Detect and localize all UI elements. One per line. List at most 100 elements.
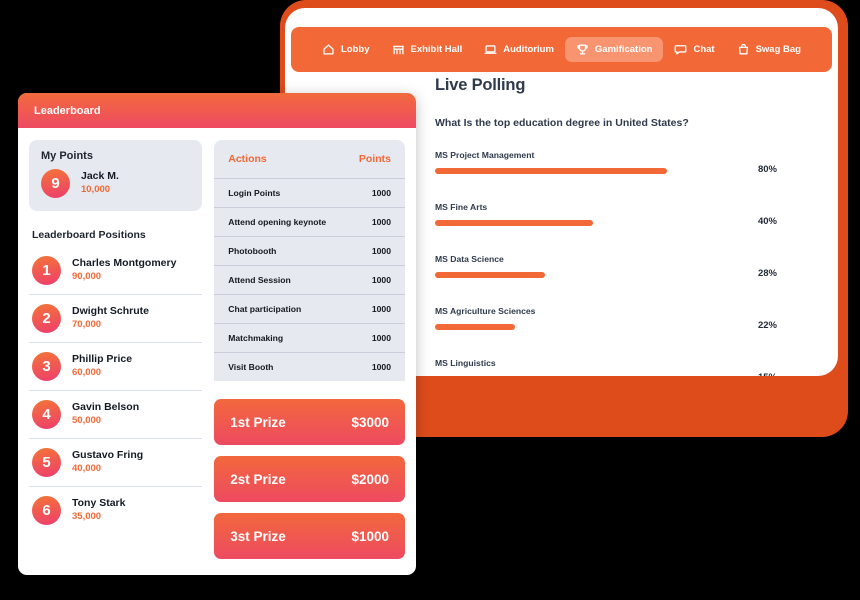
prize-label: 3st Prize: [230, 528, 286, 544]
leaderboard-position-row[interactable]: 6 Tony Stark 35,000: [29, 487, 202, 534]
poll-percentage-value: 80%: [757, 164, 777, 175]
nav-item-swag-bag[interactable]: Swag Bag: [726, 37, 812, 62]
poll-option-row[interactable]: MS Data Science 28%: [435, 254, 777, 290]
poll-bar-fill: [435, 168, 667, 174]
prize-label: 1st Prize: [230, 414, 286, 430]
chat-bubble-icon: [674, 43, 687, 56]
poll-bar-fill: [435, 272, 545, 278]
prize-list: 1st Prize $3000 2st Prize $2000 3st Prize $10…: [214, 399, 405, 559]
nav-item-label: Chat: [693, 44, 715, 55]
poll-percentage-value: 28%: [757, 268, 777, 279]
column-header-actions: Actions: [228, 153, 267, 165]
poll-bar-fill: [435, 324, 515, 330]
leaderboard-person-name: Phillip Price: [72, 352, 133, 365]
leaderboard-position-row[interactable]: 3 Phillip Price 60,000: [29, 343, 203, 391]
actions-table-row: Attend opening keynote 1000: [214, 208, 405, 237]
nav-item-label: Auditorium: [503, 44, 554, 55]
my-points-panel: My Points 9 Jack M. 10,000: [29, 140, 203, 211]
trophy-icon: [576, 43, 589, 56]
actions-table-row: Photobooth 1000: [214, 237, 405, 266]
prize-amount: $2000: [351, 471, 389, 487]
leaderboard-position-row[interactable]: 4 Gavin Belson 50,000: [29, 391, 203, 439]
live-polling-section: Live Polling What Is the top education d…: [435, 76, 777, 376]
nav-item-label: Exhibit Hall: [410, 44, 463, 55]
column-header-points: Points: [358, 153, 391, 165]
poll-percentage-value: 40%: [757, 216, 777, 227]
leaderboard-person-details: Dwight Schrute 70,000: [72, 305, 149, 333]
leaderboard-person-name: Gavin Belson: [72, 400, 140, 413]
laptop-icon: [484, 43, 497, 56]
action-name: Attend Session: [228, 275, 291, 285]
rank-badge: 2: [32, 304, 61, 333]
leaderboard-person-details: Phillip Price 60,000: [72, 353, 132, 381]
poll-option-label: MS Project Management: [435, 150, 535, 160]
action-points: 1000: [371, 217, 391, 227]
poll-option-row[interactable]: MS Linguistics 15%: [435, 358, 777, 376]
rank-badge: 4: [32, 400, 61, 429]
poll-option-row[interactable]: MS Agriculture Sciences 22%: [435, 306, 777, 342]
poll-option-label: MS Linguistics: [435, 358, 496, 368]
nav-item-auditorium[interactable]: Auditorium: [473, 37, 565, 62]
my-points-details: Jack M. 10,000: [81, 170, 119, 198]
leaderboard-left-column: My Points 9 Jack M. 10,000 Leaderboard P…: [29, 140, 203, 570]
leaderboard-card: Leaderboard My Points 9 Jack M. 10,000 L…: [18, 93, 416, 575]
actions-table-body: Login Points 1000 Attend opening keynote 10…: [214, 179, 405, 381]
rank-badge: 6: [32, 496, 61, 525]
prize-button[interactable]: 2st Prize $2000: [214, 456, 405, 502]
leaderboard-positions-list: 1 Charles Montgomery 90,000 2 Dwight Schrute…: [29, 247, 203, 534]
action-points: 1000: [371, 362, 391, 372]
leaderboard-person-details: Gustavo Fring 40,000: [72, 449, 143, 477]
action-points: 1000: [371, 246, 391, 256]
actions-table-row: Login Points 1000: [214, 179, 405, 208]
leaderboard-position-row[interactable]: 2 Dwight Schrute 70,000: [29, 295, 203, 343]
my-points-label: My Points: [41, 150, 93, 162]
prize-button[interactable]: 3st Prize $1000: [214, 513, 405, 559]
leaderboard-person-score: 90,000: [72, 271, 102, 283]
store-icon: [392, 43, 405, 56]
leaderboard-person-score: 70,000: [72, 319, 102, 331]
actions-table-row: Matchmaking 1000: [214, 324, 405, 353]
shopping-bag-icon: [737, 43, 750, 56]
leaderboard-person-score: 50,000: [72, 415, 102, 427]
leaderboard-person-score: 60,000: [72, 367, 102, 379]
rank-badge: 3: [32, 352, 61, 381]
nav-item-label: Lobby: [341, 44, 370, 55]
leaderboard-person-name: Dwight Schrute: [72, 304, 150, 317]
action-name: Login Points: [228, 188, 281, 198]
poll-question: What Is the top education degree in Unit…: [435, 117, 689, 129]
rank-badge: 5: [32, 448, 61, 477]
nav-item-gamification[interactable]: Gamification: [564, 37, 664, 62]
leaderboard-header: Leaderboard: [18, 93, 416, 128]
leaderboard-person-details: Tony Stark 35,000: [72, 497, 125, 525]
my-name: Jack M.: [81, 169, 119, 182]
leaderboard-person-name: Gustavo Fring: [72, 448, 144, 461]
action-name: Matchmaking: [228, 333, 284, 343]
poll-option-row[interactable]: MS Project Management 80%: [435, 150, 777, 186]
leaderboard-position-row[interactable]: 5 Gustavo Fring 40,000: [29, 439, 203, 487]
leaderboard-body: My Points 9 Jack M. 10,000 Leaderboard P…: [18, 128, 416, 570]
prize-amount: $3000: [351, 414, 389, 430]
poll-option-label: MS Agriculture Sciences: [435, 306, 536, 316]
poll-option-row[interactable]: MS Fine Arts 40%: [435, 202, 777, 238]
nav-item-chat[interactable]: Chat: [663, 37, 725, 62]
prize-label: 2st Prize: [230, 471, 286, 487]
leaderboard-person-name: Charles Montgomery: [72, 256, 177, 269]
prize-button[interactable]: 1st Prize $3000: [214, 399, 405, 445]
actions-table-row: Chat participation 1000: [214, 295, 405, 324]
leaderboard-position-row[interactable]: 1 Charles Montgomery 90,000: [29, 247, 203, 295]
leaderboard-title: Leaderboard: [34, 104, 101, 117]
page-title: Live Polling: [435, 76, 526, 94]
action-name: Visit Booth: [228, 362, 274, 372]
action-name: Photobooth: [228, 246, 277, 256]
action-name: Chat participation: [228, 304, 302, 314]
my-points-row: 9 Jack M. 10,000: [41, 169, 190, 198]
poll-option-label: MS Fine Arts: [435, 202, 488, 212]
poll-bar-track: [435, 168, 675, 174]
actions-table-row: Attend Session 1000: [214, 266, 405, 295]
poll-bar-fill: [435, 220, 593, 226]
nav-item-exhibit-hall[interactable]: Exhibit Hall: [381, 37, 474, 62]
nav-item-lobby[interactable]: Lobby: [311, 37, 381, 62]
poll-bar-track: [435, 272, 675, 278]
action-points: 1000: [371, 188, 391, 198]
poll-bar-track: [435, 220, 675, 226]
